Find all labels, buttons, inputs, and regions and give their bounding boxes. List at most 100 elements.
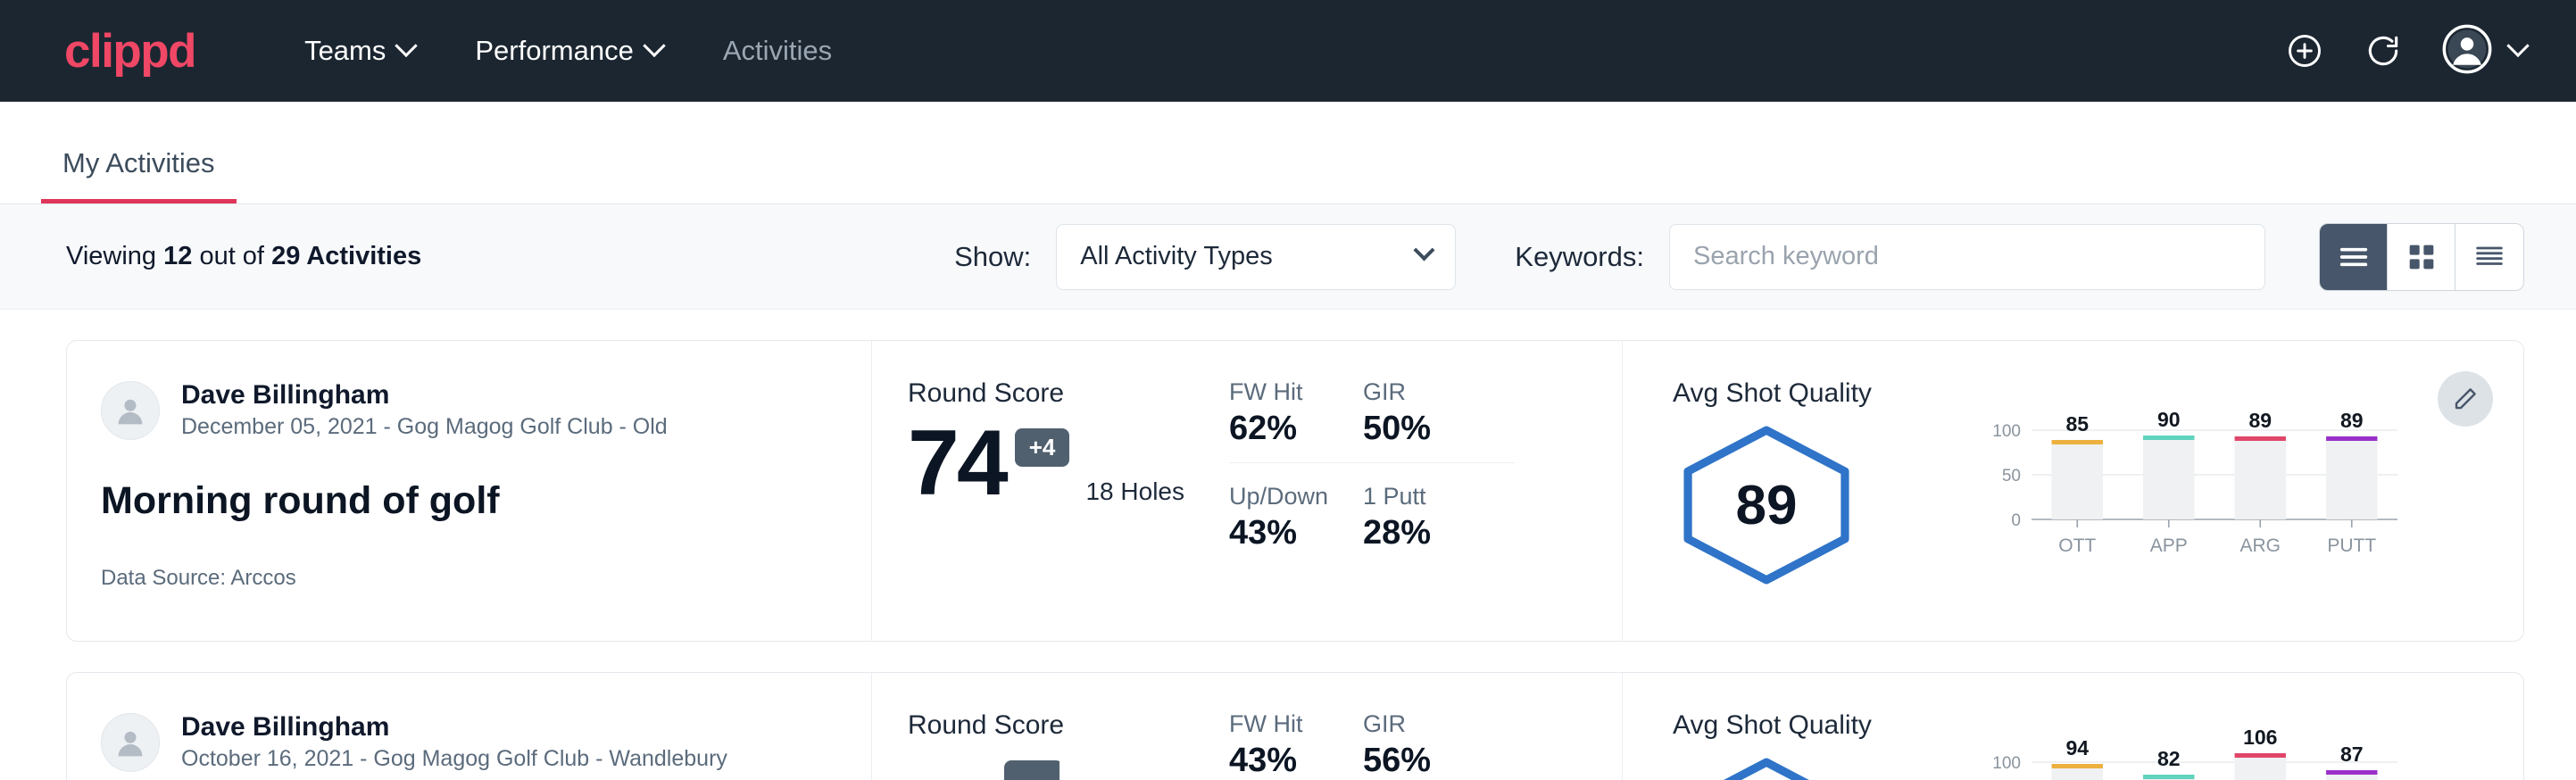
activity-author: Dave Billingham October 16, 2021 - Gog M… <box>101 710 871 774</box>
activity-title: Morning round of golf <box>101 479 871 523</box>
nav-item-performance-label: Performance <box>475 35 633 67</box>
viewing-prefix: Viewing <box>66 242 156 270</box>
stat-up-down: Up/Down 43% <box>1229 463 1363 552</box>
shot-quality-bar-chart-svg: 05010094OTT82APP106ARG87PUTT <box>1967 718 2414 780</box>
stat-label: FW Hit <box>1229 710 1327 738</box>
stat-label: FW Hit <box>1229 378 1327 406</box>
svg-text:ARG: ARG <box>2239 535 2281 556</box>
stat-value: 43% <box>1229 742 1327 780</box>
round-score-section: Round Score 74 +4 18 Holes <box>872 341 1229 641</box>
keywords-label: Keywords: <box>1515 241 1644 273</box>
avg-shot-quality-section: Avg Shot Quality 89 05010085OTT90APP89AR… <box>1622 341 2523 641</box>
nav-item-activities[interactable]: Activities <box>693 35 862 67</box>
avatar <box>2442 24 2492 79</box>
viewing-total: 29 Activities <box>271 242 421 270</box>
activity-meta: December 05, 2021 - Gog Magog Golf Club … <box>181 412 668 443</box>
svg-text:100: 100 <box>1992 754 2021 773</box>
nav-item-teams[interactable]: Teams <box>274 35 445 67</box>
stat-label: 1 Putt <box>1363 483 1479 510</box>
stat-value: 50% <box>1363 410 1479 448</box>
activity-data-source: Data Source: Arccos <box>101 566 871 591</box>
activity-type-select[interactable]: All Activity Types <box>1056 224 1456 290</box>
svg-text:0: 0 <box>2011 511 2021 530</box>
tab-my-activities[interactable]: My Activities <box>41 147 237 203</box>
svg-text:OTT: OTT <box>2058 535 2096 556</box>
nav-item-performance[interactable]: Performance <box>445 35 692 67</box>
stat-value: 28% <box>1363 514 1479 552</box>
nav-actions <box>2285 24 2526 79</box>
author-name: Dave Billingham <box>181 378 668 412</box>
viewing-summary: Viewing 12 out of 29 Activities <box>66 242 421 271</box>
svg-text:PUTT: PUTT <box>2327 535 2376 556</box>
list-view-button[interactable] <box>2320 224 2388 290</box>
stat-gir: GIR 56% <box>1363 710 1515 780</box>
svg-text:100: 100 <box>1992 422 2021 441</box>
filter-toolbar: Viewing 12 out of 29 Activities Show: Al… <box>0 204 2576 310</box>
round-score-label: Round Score <box>908 378 1229 409</box>
show-label: Show: <box>954 241 1031 273</box>
activity-author: Dave Billingham December 05, 2021 - Gog … <box>101 378 871 442</box>
activity-stats: FW Hit 62% GIR 50% Up/Down 43% 1 Putt 28… <box>1229 341 1622 641</box>
chevron-down-icon <box>643 35 665 57</box>
edit-activity-button[interactable] <box>2438 371 2493 427</box>
shot-quality-chart: 05010094OTT82APP106ARG87PUTT <box>1967 710 2523 780</box>
activity-info: Dave Billingham December 05, 2021 - Gog … <box>67 341 872 641</box>
grid-view-button[interactable] <box>2388 224 2456 290</box>
activity-list: Dave Billingham December 05, 2021 - Gog … <box>0 310 2576 780</box>
search-input[interactable] <box>1669 224 2265 290</box>
chevron-down-icon <box>1414 239 1435 261</box>
viewing-middle: out of <box>199 242 264 270</box>
svg-text:85: 85 <box>2065 412 2089 436</box>
chevron-down-icon <box>2506 35 2529 57</box>
holes-label: 18 Holes <box>1085 477 1184 506</box>
user-menu[interactable] <box>2442 24 2526 79</box>
plus-circle-icon[interactable] <box>2285 31 2324 71</box>
nav-item-activities-label: Activities <box>723 35 832 67</box>
stat-gir: GIR 50% <box>1363 378 1515 463</box>
round-score-placeholder <box>908 753 1059 780</box>
activity-card[interactable]: Dave Billingham December 05, 2021 - Gog … <box>66 340 2524 642</box>
svg-text:90: 90 <box>2157 408 2181 431</box>
activity-card[interactable]: Dave Billingham October 16, 2021 - Gog M… <box>66 672 2524 780</box>
score-diff-badge: +4 <box>1015 428 1070 467</box>
activity-type-select-value: All Activity Types <box>1080 242 1272 271</box>
stat-label: GIR <box>1363 378 1479 406</box>
svg-text:50: 50 <box>2002 467 2021 485</box>
stat-one-putt: 1 Putt 28% <box>1363 463 1515 552</box>
svg-text:89: 89 <box>2340 409 2364 432</box>
primary-nav: Teams Performance Activities <box>274 35 862 67</box>
quality-value <box>1673 757 1860 780</box>
stat-label: Up/Down <box>1229 483 1327 510</box>
avg-shot-quality-label: Avg Shot Quality <box>1673 710 1967 741</box>
svg-text:106: 106 <box>2243 726 2277 749</box>
stat-value: 62% <box>1229 410 1327 448</box>
top-navigation-bar: clippd Teams Performance Activities <box>0 0 2576 102</box>
shot-quality-bar-chart-svg: 05010085OTT90APP89ARG89PUTT <box>1967 386 2414 564</box>
activity-stats: FW Hit 43% GIR 56% <box>1229 673 1622 780</box>
svg-text:87: 87 <box>2340 743 2364 766</box>
activity-meta: October 16, 2021 - Gog Magog Golf Club -… <box>181 744 727 775</box>
nav-item-teams-label: Teams <box>304 35 386 67</box>
chevron-down-icon <box>395 35 418 57</box>
page-tabs: My Activities <box>0 102 2576 204</box>
filter-controls: Show: All Activity Types Keywords: <box>954 223 2524 291</box>
clippd-logo[interactable]: clippd <box>64 28 195 75</box>
activity-info: Dave Billingham October 16, 2021 - Gog M… <box>67 673 872 780</box>
stat-fw-hit: FW Hit 62% <box>1229 378 1363 463</box>
refresh-icon[interactable] <box>2364 31 2403 71</box>
svg-text:82: 82 <box>2157 747 2181 770</box>
stat-label: GIR <box>1363 710 1479 738</box>
view-mode-toggle <box>2319 223 2524 291</box>
avatar <box>101 713 160 772</box>
quality-hexagon: 89 <box>1673 425 1860 585</box>
avg-shot-quality-section: Avg Shot Quality 05010094OTT82APP106ARG8… <box>1622 673 2523 780</box>
quality-hexagon <box>1673 757 1860 780</box>
stat-value: 43% <box>1229 514 1327 552</box>
viewing-count: 12 <box>163 242 192 270</box>
avg-shot-quality-label: Avg Shot Quality <box>1673 378 1967 409</box>
avatar <box>101 381 160 440</box>
round-score-section: Round Score <box>872 673 1229 780</box>
stat-fw-hit: FW Hit 43% <box>1229 710 1363 780</box>
quality-value: 89 <box>1673 425 1860 585</box>
compact-view-button[interactable] <box>2456 224 2523 290</box>
